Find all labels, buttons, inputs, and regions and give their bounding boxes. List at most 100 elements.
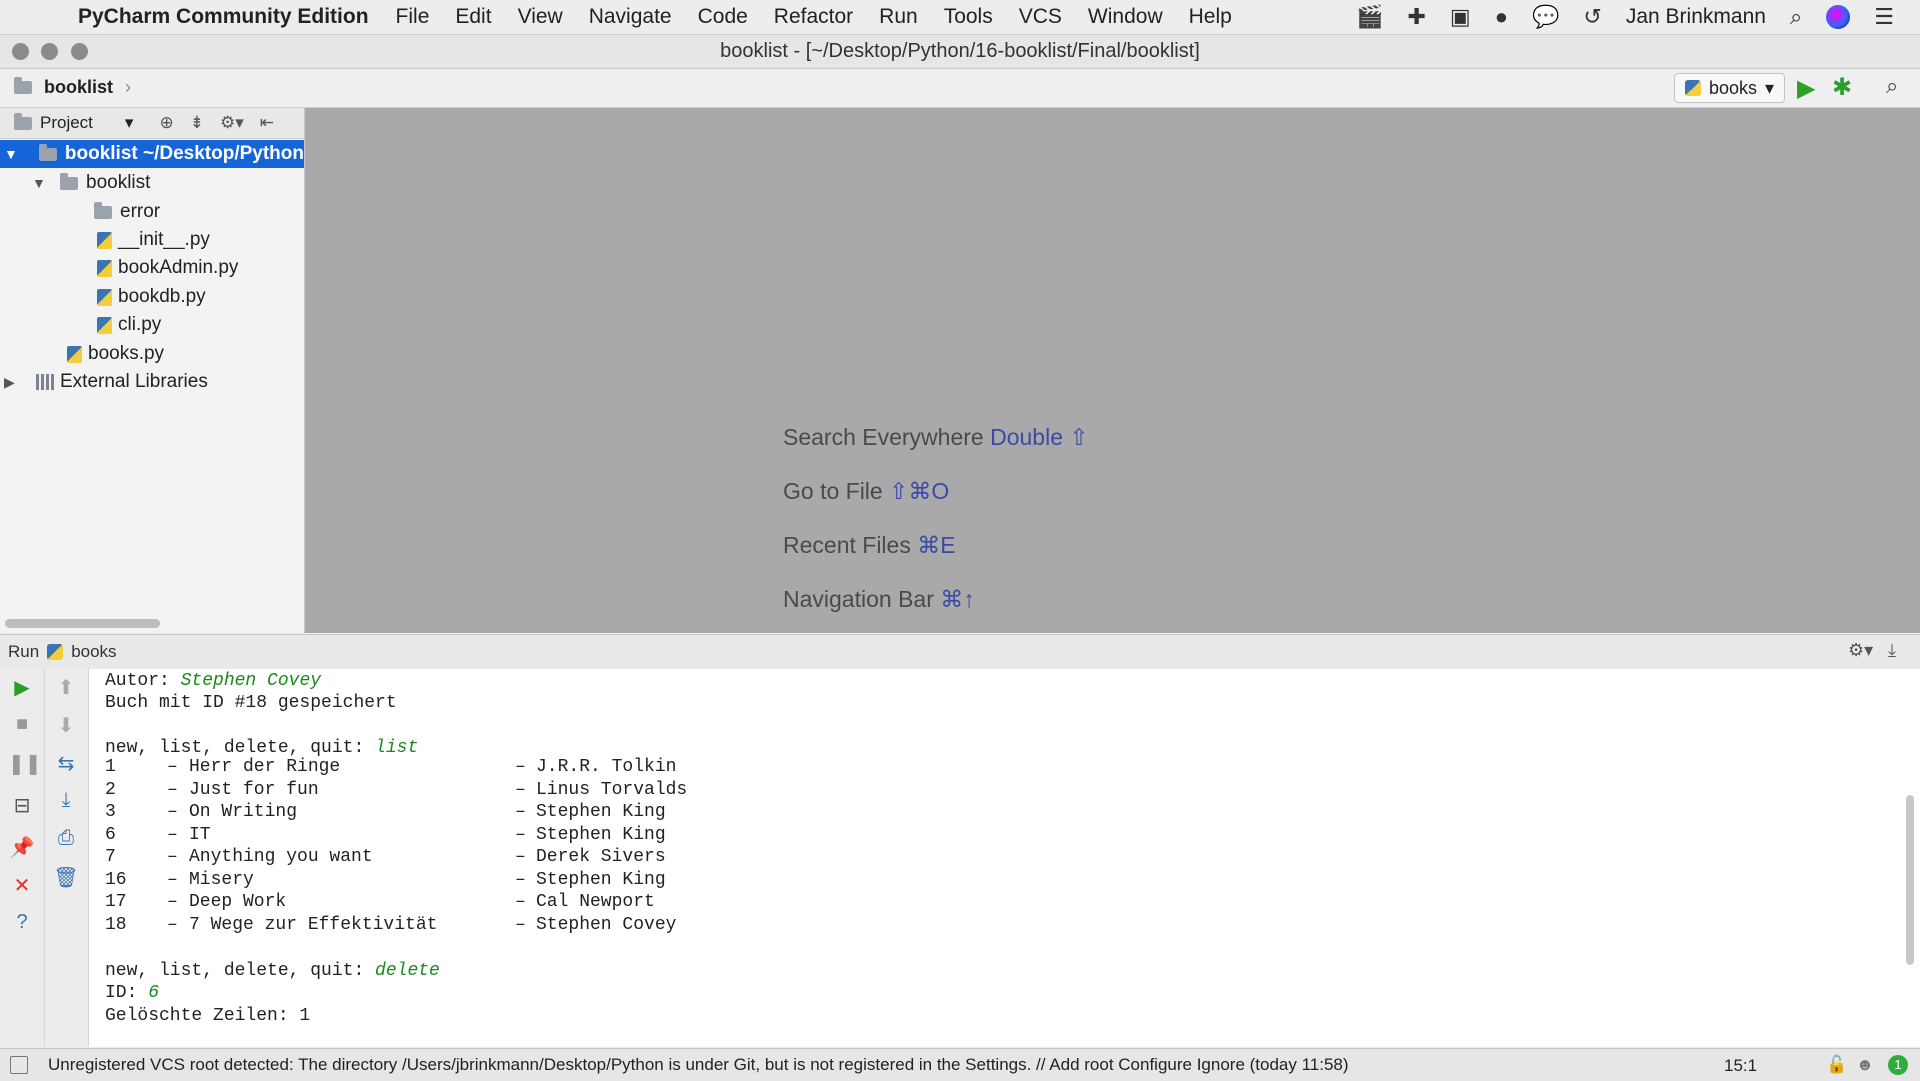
menu-help[interactable]: Help — [1176, 5, 1245, 29]
run-configuration-select[interactable]: books ▾ — [1674, 73, 1786, 103]
camera-icon[interactable]: ▣ — [1450, 4, 1471, 30]
menu-tools[interactable]: Tools — [931, 5, 1006, 29]
console-line: Gelöschte Zeilen: 1 — [105, 1006, 311, 1026]
tool-windows-toggle-icon[interactable] — [10, 1056, 28, 1074]
console-output[interactable]: Autor: Stephen Covey Buch mit ID #18 ges… — [89, 669, 1920, 1047]
run-configuration-label: books — [1709, 77, 1758, 98]
close-icon[interactable]: ✕ — [8, 873, 36, 898]
gear-icon[interactable]: ⚙▾ — [220, 113, 244, 133]
tree-item-external-libraries[interactable]: ▶ External Libraries — [4, 368, 208, 396]
tree-item-bookadmin-py[interactable]: bookAdmin.py — [97, 254, 238, 282]
menu-vcs[interactable]: VCS — [1006, 5, 1075, 29]
debug-bug-icon[interactable]: ✱ — [1832, 73, 1852, 102]
hint-label: Search Everywhere — [783, 424, 984, 450]
scroll-to-end-icon[interactable]: ⤓ — [52, 789, 80, 812]
tree-item-booklist[interactable]: ▼ booklist — [32, 169, 150, 197]
book-title: IT — [189, 824, 211, 845]
separator-dash: – — [167, 847, 178, 867]
console-input: delete — [375, 961, 440, 981]
collapse-arrow-icon[interactable]: ▶ — [4, 374, 22, 391]
separator-dash: – — [515, 892, 526, 912]
book-title: Anything you want — [189, 847, 373, 867]
breadcrumb[interactable]: booklist › — [14, 77, 131, 98]
rerun-icon[interactable]: ▶ — [8, 675, 36, 700]
plus-cross-icon[interactable]: ✚ — [1407, 4, 1425, 30]
lock-icon[interactable]: 🔓 — [1826, 1055, 1847, 1075]
chevron-down-icon: ▾ — [124, 113, 134, 132]
siri-icon[interactable] — [1826, 5, 1851, 29]
libraries-icon — [36, 374, 54, 390]
run-tab[interactable]: Run books — [8, 642, 117, 662]
menu-edit[interactable]: Edit — [442, 5, 504, 29]
chevron-right-icon: › — [125, 77, 132, 97]
caret-position[interactable]: 15:1 — [1724, 1056, 1757, 1076]
expand-arrow-icon[interactable]: ▼ — [32, 175, 50, 191]
book-id: 16 — [105, 869, 127, 890]
pause-icon[interactable]: ❚❚ — [8, 751, 42, 776]
book-title: Herr der Ringe — [189, 757, 341, 777]
hint-shortcut: ⌘↑ — [940, 586, 975, 612]
book-author: Stephen King — [536, 869, 666, 890]
arrow-up-icon[interactable]: ⬆ — [52, 675, 80, 700]
trash-icon[interactable]: 🗑 — [52, 865, 80, 890]
project-view-select[interactable]: Project ▾ — [14, 112, 134, 133]
stop-icon[interactable]: ■ — [8, 713, 36, 736]
chevron-down-icon: ▾ — [1765, 77, 1775, 98]
app-name-menu[interactable]: PyCharm Community Edition — [78, 5, 369, 29]
arrow-down-icon[interactable]: ⬇ — [52, 713, 80, 738]
tree-item-project-root[interactable]: ▼ booklist ~/Desktop/Python — [0, 140, 304, 168]
tree-item-init-py[interactable]: __init__.py — [97, 226, 210, 254]
restore-layout-icon[interactable]: ⊟ — [8, 793, 36, 818]
menu-file[interactable]: File — [383, 5, 443, 29]
run-button[interactable]: ▶ — [1797, 74, 1815, 103]
project-toolbar: ⊕ ⇟ ⚙▾ ⇤ — [159, 113, 274, 133]
breadcrumb-project[interactable]: booklist — [44, 77, 113, 98]
book-author: Linus Torvalds — [536, 779, 688, 800]
book-title: Deep Work — [189, 892, 287, 912]
hide-panel-icon[interactable]: ⤓ — [1888, 640, 1896, 661]
console-prompt: new, list, delete, quit: — [105, 961, 376, 981]
scroll-from-source-icon[interactable]: ⊕ — [159, 113, 173, 133]
soft-wrap-icon[interactable]: ⇆ — [52, 751, 80, 776]
clapperboard-icon[interactable]: 🎬 — [1356, 4, 1383, 30]
search-icon[interactable]: ⌕ — [1886, 73, 1898, 99]
tree-item-bookdb-py[interactable]: bookdb.py — [97, 283, 206, 311]
separator-dash: – — [167, 757, 178, 777]
chat-bubble-icon[interactable]: 💬 — [1532, 4, 1559, 30]
collapse-all-icon[interactable]: ⇟ — [190, 113, 204, 133]
vertical-scrollbar[interactable] — [1906, 795, 1914, 965]
menu-view[interactable]: View — [505, 5, 576, 29]
time-machine-icon[interactable]: ↺ — [1583, 4, 1601, 30]
notification-center-icon[interactable]: ☰ — [1874, 4, 1894, 30]
horizontal-scrollbar[interactable] — [5, 619, 160, 628]
pin-tab-icon[interactable]: 📌 — [8, 835, 36, 860]
hint-search-everywhere: Search Everywhere Double ⇧ — [783, 424, 1089, 451]
hint-navigation-bar: Navigation Bar ⌘↑ — [783, 586, 975, 613]
project-view-icon — [14, 112, 32, 130]
menu-run[interactable]: Run — [866, 5, 931, 29]
menu-navigate[interactable]: Navigate — [576, 5, 685, 29]
help-icon[interactable]: ? — [8, 911, 36, 934]
menu-code[interactable]: Code — [685, 5, 761, 29]
menu-window[interactable]: Window — [1075, 5, 1176, 29]
print-icon[interactable]: ⎙ — [52, 827, 80, 850]
spotlight-search-icon[interactable]: ⌕ — [1790, 4, 1802, 30]
menu-refactor[interactable]: Refactor — [761, 5, 866, 29]
run-toolbar-primary: ▶ ■ ❚❚ ⊟ 📌 ✕ ? — [0, 669, 45, 1047]
event-log-badge[interactable]: 1 — [1888, 1055, 1908, 1075]
python-icon — [47, 644, 64, 660]
python-icon — [1685, 80, 1701, 96]
console-text: Autor: — [105, 671, 181, 691]
expand-arrow-icon[interactable]: ▼ — [4, 146, 21, 162]
user-name[interactable]: Jan Brinkmann — [1626, 5, 1766, 29]
leaf-icon[interactable]: ● — [1495, 4, 1508, 30]
hide-panel-icon[interactable]: ⇤ — [260, 113, 274, 133]
inspector-icon[interactable]: ☻ — [1856, 1055, 1874, 1075]
project-header: Project ▾ ⊕ ⇟ ⚙▾ ⇤ — [0, 108, 304, 139]
tree-item-books-py[interactable]: books.py — [67, 340, 164, 368]
status-message[interactable]: Unregistered VCS root detected: The dire… — [48, 1055, 1349, 1075]
tree-item-error[interactable]: error — [94, 198, 160, 226]
book-author: J.R.R. Tolkin — [536, 757, 677, 777]
gear-icon[interactable]: ⚙▾ — [1848, 640, 1873, 661]
tree-item-cli-py[interactable]: cli.py — [97, 311, 161, 339]
